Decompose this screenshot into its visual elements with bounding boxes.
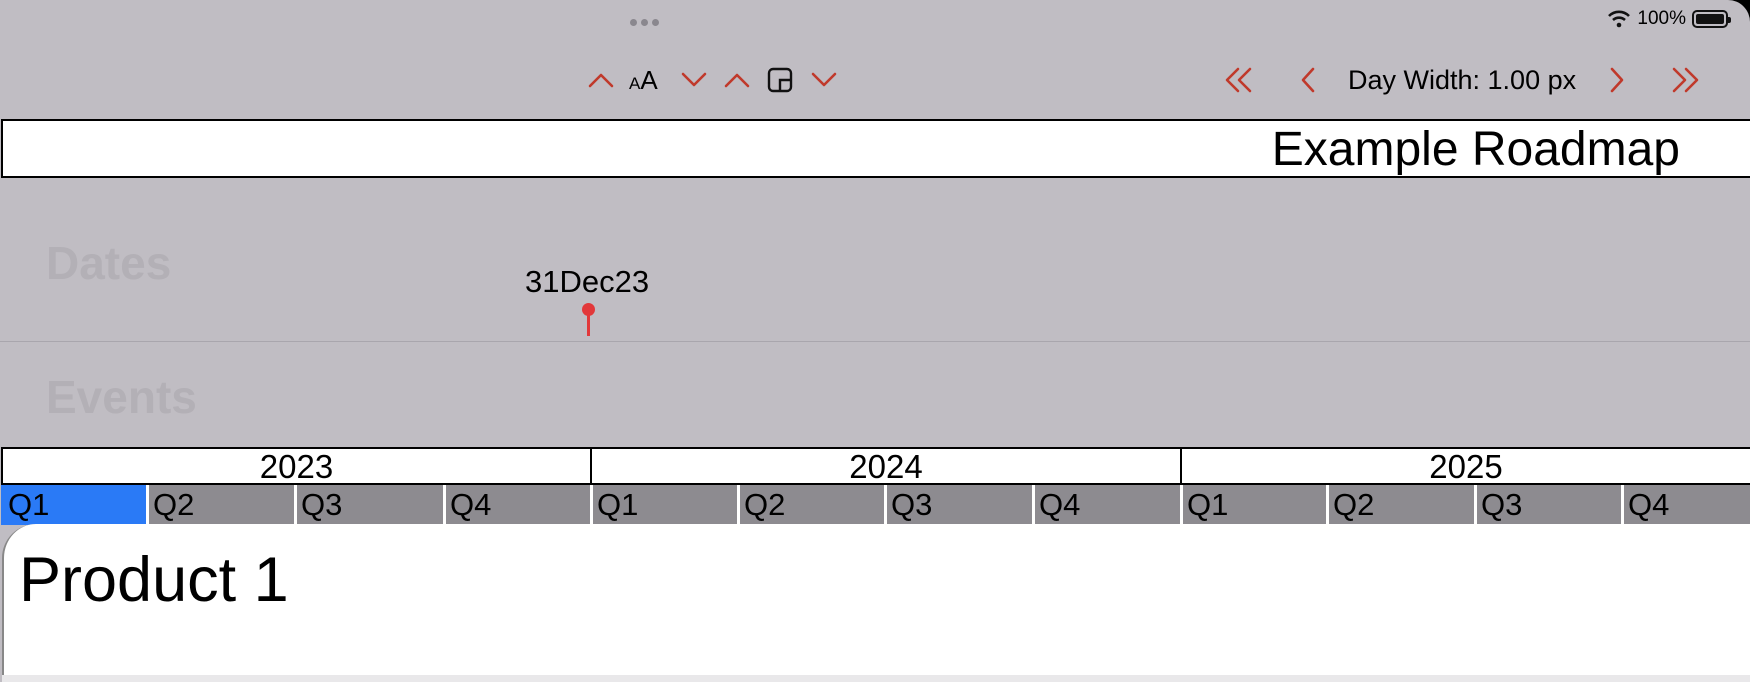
quarter-cell[interactable]: Q1 (590, 485, 737, 525)
chevron-down-icon (811, 72, 837, 87)
quarter-header-row: Q1 Q2 Q3 Q4 Q1 Q2 Q3 Q4 Q1 Q2 Q3 Q4 (1, 485, 1750, 525)
product-title: Product 1 (19, 545, 289, 615)
chevron-left-icon (1301, 67, 1315, 93)
font-size-large-label: A (640, 65, 658, 95)
scroll-left-button[interactable] (1296, 62, 1320, 98)
quarter-cell[interactable]: Q3 (1474, 485, 1621, 525)
layout-button[interactable] (765, 62, 795, 98)
chevron-up-icon (724, 73, 750, 88)
year-header-row: 2023 2024 2025 (1, 447, 1750, 485)
wifi-icon (1608, 10, 1631, 28)
quarter-cell[interactable]: Q4 (1032, 485, 1180, 525)
product-panel[interactable]: Product 1 (2, 524, 1750, 682)
chevron-up-icon (588, 73, 614, 88)
battery-icon (1692, 10, 1731, 28)
double-chevron-right-icon (1672, 67, 1699, 93)
quarter-cell[interactable]: Q4 (1621, 485, 1750, 525)
bottom-strip (2, 675, 1750, 682)
quarter-cell[interactable]: Q2 (737, 485, 884, 525)
pin-icon[interactable] (582, 303, 595, 316)
layout-up-button[interactable] (722, 62, 752, 98)
scroll-right-button[interactable] (1605, 62, 1629, 98)
window-corner (1728, 0, 1750, 22)
roadmap-title-bar[interactable]: Example Roadmap (1, 119, 1750, 178)
lane-divider (0, 341, 1750, 342)
quarter-cell[interactable]: Q1 (1180, 485, 1326, 525)
year-cell[interactable]: 2025 (1180, 449, 1750, 485)
year-cell[interactable]: 2024 (590, 449, 1180, 485)
quarter-cell[interactable]: Q4 (443, 485, 590, 525)
status-bar: 100% (1607, 8, 1731, 30)
roadmap-title: Example Roadmap (1271, 123, 1680, 176)
quarter-cell[interactable]: Q3 (294, 485, 443, 525)
layout-icon (767, 67, 793, 93)
font-decrease-button[interactable] (679, 62, 709, 98)
quarter-cell[interactable]: Q3 (884, 485, 1032, 525)
scroll-far-left-button[interactable] (1222, 62, 1254, 98)
font-size-control[interactable]: AA (629, 62, 658, 98)
date-marker-label[interactable]: 31Dec23 (525, 264, 649, 300)
battery-percent: 100% (1637, 8, 1686, 29)
chevron-right-icon (1610, 67, 1624, 93)
year-cell[interactable]: 2023 (1, 449, 590, 485)
layout-down-button[interactable] (809, 62, 839, 98)
day-width-label: Day Width: 1.00 px (1348, 65, 1577, 95)
font-size-small-label: A (629, 74, 641, 93)
events-lane-label: Events (46, 371, 197, 423)
scroll-far-right-button[interactable] (1670, 62, 1702, 98)
quarter-cell[interactable]: Q2 (146, 485, 294, 525)
font-increase-up-button[interactable] (586, 62, 616, 98)
multitasking-handle[interactable] (630, 13, 670, 26)
dates-lane-label: Dates (46, 237, 172, 289)
chevron-down-icon (681, 72, 707, 87)
quarter-cell-selected[interactable]: Q1 (1, 485, 146, 525)
quarter-cell[interactable]: Q2 (1326, 485, 1474, 525)
double-chevron-left-icon (1225, 67, 1252, 93)
